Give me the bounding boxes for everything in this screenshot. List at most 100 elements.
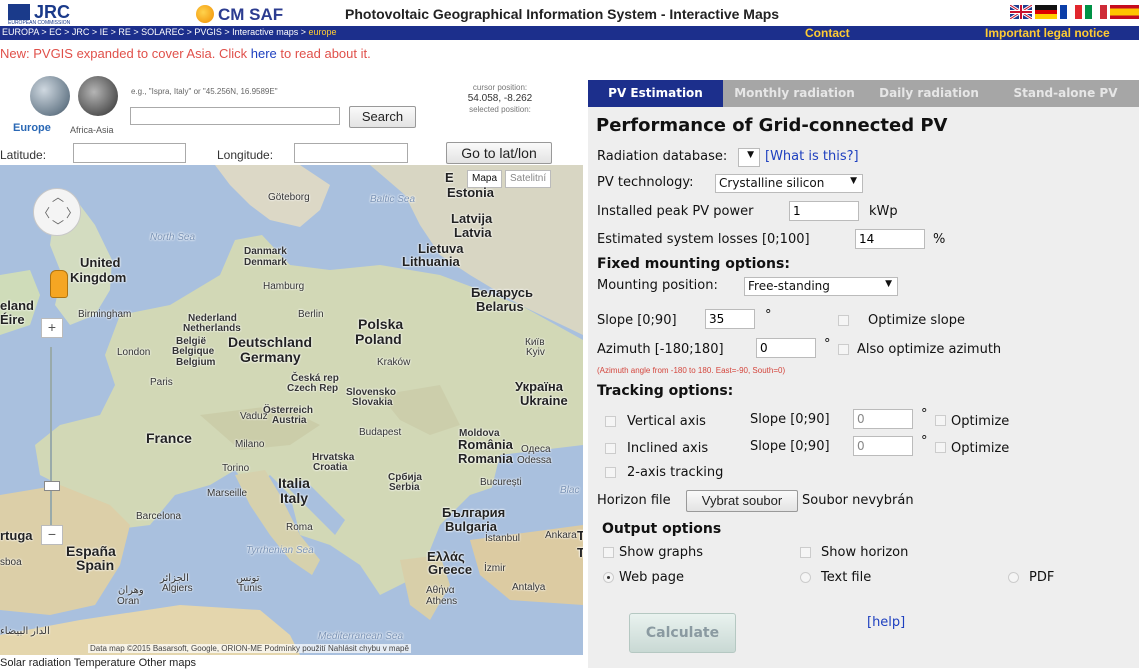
street-view-pegman-icon[interactable] [50,270,68,298]
map-label-izmir: İzmir [484,563,506,574]
europe-globe-icon[interactable] [30,76,70,116]
map-type-satellite-button[interactable]: Satelitní [505,170,552,188]
what-is-this-link[interactable]: [What is this?] [765,149,859,164]
map-label-baltic-sea: Baltic Sea [370,194,416,205]
go-to-latlon-button[interactable]: Go to lat/lon [446,142,552,164]
cursor-position-label: cursor position: [472,83,528,92]
mounting-position-select[interactable]: Free-standing ▼ [744,277,898,296]
latitude-field[interactable] [73,143,186,163]
announcement-link[interactable]: here [251,46,277,61]
map-label-paris: Paris [150,377,173,388]
optimize-slope-checkbox[interactable] [838,315,849,326]
map-label-athens: Athens [426,596,458,607]
vertical-optimize-label: Optimize [951,414,1010,429]
radiation-db-select[interactable]: ▼ [738,148,760,167]
breadcrumb[interactable]: EUROPA > EC > JRC > IE > RE > SOLAREC > … [2,27,337,37]
announcement-text-end: to read about it. [276,46,371,61]
eu-flag-icon [8,4,30,20]
inclined-optimize-checkbox[interactable] [935,442,946,453]
two-axis-checkbox[interactable] [605,467,616,478]
map-attribution[interactable]: Data map ©2015 Basarsoft, Google, ORION-… [88,644,411,653]
pan-control[interactable]: ︿ 〈 〉 ﹀ [33,188,81,236]
breadcrumb-path[interactable]: EUROPA > EC > JRC > IE > RE > SOLAREC > … [2,27,308,37]
map-label-goteborg: Göteborg [268,192,310,203]
tab-stand-alone-pv[interactable]: Stand-alone PV [992,80,1139,107]
inclined-slope-degree: ° [921,434,928,449]
dropdown-arrow-icon: ▼ [850,176,857,186]
inclined-axis-checkbox[interactable] [605,443,616,454]
vertical-axis-checkbox[interactable] [605,416,616,427]
map-label-black-sea: Blac [560,485,580,496]
horizon-file-label: Horizon file [597,493,671,508]
show-horizon-checkbox[interactable] [800,547,811,558]
map-layer-tabs[interactable]: Solar radiation Temperature Other maps [0,657,196,669]
inclined-slope-field[interactable] [853,436,913,456]
optimize-azimuth-checkbox[interactable] [838,344,849,355]
jrc-logo[interactable]: JRC EUROPEAN COMMISSION [8,2,88,26]
horizon-file-button[interactable]: Vybrat soubor [686,490,798,512]
pdf-radio[interactable] [1008,572,1019,583]
flag-it-icon[interactable] [1085,5,1107,19]
peak-power-field[interactable] [789,201,859,221]
pan-left-icon[interactable]: 〈 [38,204,50,221]
africa-asia-globe-icon[interactable] [78,76,118,116]
region-europe-label[interactable]: Europe [13,122,51,134]
flag-fr-icon[interactable] [1060,5,1082,19]
show-graphs-checkbox[interactable] [603,547,614,558]
help-link[interactable]: [help] [867,615,905,630]
flag-es-icon[interactable] [1110,5,1139,19]
text-file-label: Text file [821,570,872,585]
contact-link[interactable]: Contact [805,26,850,40]
web-page-label: Web page [619,570,684,585]
pan-up-icon[interactable]: ︿ [52,188,64,205]
flag-de-icon[interactable] [1035,5,1057,19]
map-label-roma: Roma [286,522,313,533]
tab-pv-estimation[interactable]: PV Estimation [588,80,723,107]
map-label-czech: Czech Rep [287,383,339,394]
web-page-radio[interactable] [603,572,614,583]
map-label: E [445,170,454,185]
map-label-oran-arabic: وهران [118,585,144,596]
selected-position-label: selected position: [469,105,531,114]
map-label-kingdom: Kingdom [70,270,127,285]
interactive-map[interactable]: Mapa Satelitní ︿ 〈 〉 ﹀ + − E Estonia Lat… [0,165,583,655]
map-label-poland: Poland [355,331,402,347]
zoom-slider-track[interactable] [50,347,52,535]
pan-down-icon[interactable]: ﹀ [52,217,64,234]
map-label-greece: Greece [428,562,473,577]
losses-field[interactable] [855,229,925,249]
pv-tech-select[interactable]: Crystalline silicon ▼ [715,174,863,193]
output-options-heading: Output options [602,521,722,537]
tab-monthly-radiation[interactable]: Monthly radiation [723,80,866,107]
slope-field[interactable] [705,309,755,329]
pan-right-icon[interactable]: 〉 [66,204,78,221]
site-header: JRC EUROPEAN COMMISSION CM SAF Photovolt… [0,0,1139,26]
legal-notice-link[interactable]: Important legal notice [985,26,1110,40]
map-label-mediterranean-sea: Mediterranean Sea [318,631,404,642]
optimize-slope-label: Optimize slope [868,313,966,328]
calculate-button[interactable]: Calculate [629,613,736,653]
vertical-optimize-checkbox[interactable] [935,415,946,426]
map-label-italy: Italy [280,490,309,506]
map-label-vaduz: Vaduz [240,411,268,422]
zoom-out-button[interactable]: − [41,525,63,545]
tracking-heading: Tracking options: [597,383,734,399]
azimuth-degree: ° [824,337,831,352]
azimuth-field[interactable] [756,338,816,358]
tab-daily-radiation[interactable]: Daily radiation [866,80,992,107]
zoom-slider-thumb[interactable] [44,481,60,491]
map-label-kyiv: Kyiv [526,347,545,358]
vertical-slope-field[interactable] [853,409,913,429]
zoom-in-button[interactable]: + [41,318,63,338]
pv-panel: PV Estimation Monthly radiation Daily ra… [588,80,1139,668]
region-africa-asia-label[interactable]: Africa-Asia [70,125,114,135]
breadcrumb-current[interactable]: europe [308,27,336,37]
text-file-radio[interactable] [800,572,811,583]
panel-tabs: PV Estimation Monthly radiation Daily ra… [588,80,1139,107]
flag-uk-icon[interactable] [1010,5,1032,19]
search-input[interactable] [130,107,340,125]
longitude-field[interactable] [294,143,408,163]
map-label-united: United [80,255,121,270]
map-label-romania-native: România [458,437,513,452]
search-button[interactable]: Search [349,106,416,128]
